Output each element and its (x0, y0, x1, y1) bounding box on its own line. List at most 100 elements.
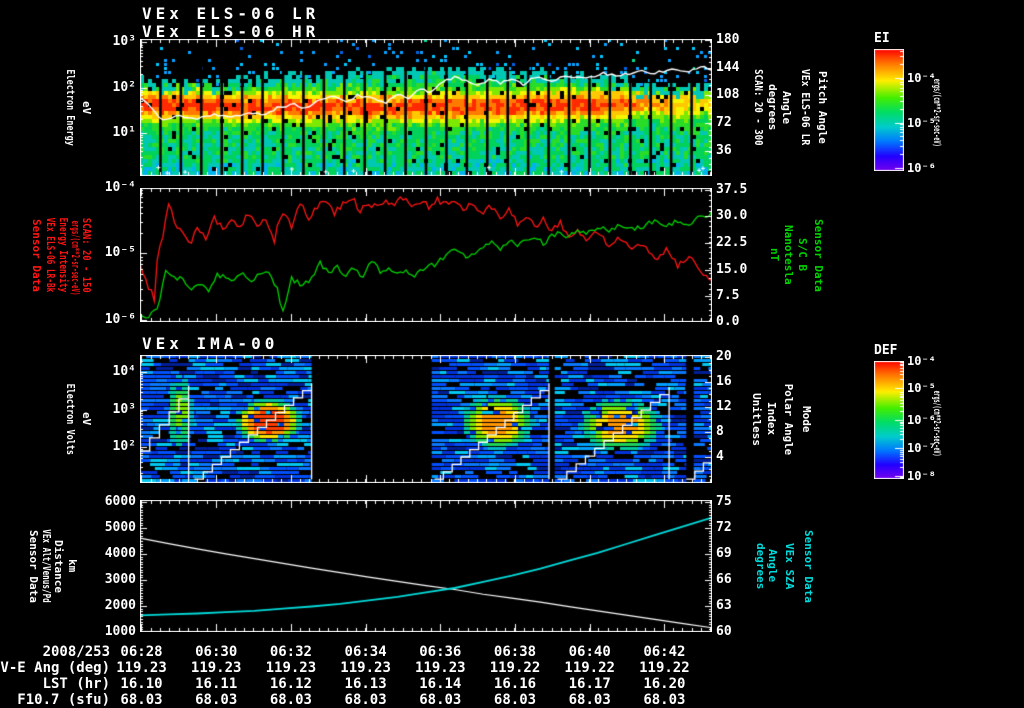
ima-spectrogram-panel (140, 355, 712, 483)
axis-tick-label: 22.5 (716, 234, 748, 250)
axis-vertical-label: Index (765, 402, 778, 436)
axis-vertical-label: Electron Energy (64, 69, 77, 146)
axis-tick-label: 66 (716, 571, 732, 587)
data-cell: 119.22 (489, 660, 541, 676)
axis-tick-label: 108 (716, 87, 740, 103)
axis-vertical-label: S/C B (796, 238, 809, 272)
axis-tick-label: 10⁻⁶ (104, 311, 136, 327)
time-tick-label: 06:36 (419, 644, 462, 660)
axis-tick-label: 69 (716, 545, 732, 561)
axis-tick-label: 3000 (104, 571, 136, 587)
axis-vertical-label: VEx SZA (783, 542, 796, 590)
time-tick-label: 06:42 (643, 644, 686, 660)
axis-tick-label: 10⁴ (112, 364, 136, 380)
axis-tick-label: 10³ (112, 34, 136, 49)
axis-tick-label: 1000 (104, 624, 136, 639)
axis-tick-label: 72 (716, 519, 732, 535)
data-row-label: F10.7 (sfu) (17, 692, 110, 708)
axis-vertical-label: Nanotesla (782, 225, 795, 285)
data-cell: 68.03 (120, 692, 163, 708)
axis-tick-label: 2000 (104, 597, 136, 613)
axis-vertical-label: Angle (766, 549, 779, 583)
colorbar-ei (874, 49, 904, 171)
data-cell: 16.14 (419, 676, 462, 692)
data-cell: 119.23 (190, 660, 242, 676)
axis-tick-label: 10⁻⁴ (907, 354, 936, 368)
data-cell: 16.12 (269, 676, 312, 692)
data-cell: 68.03 (493, 692, 537, 708)
colorbar-def (874, 361, 904, 479)
data-cell: 16.11 (195, 676, 238, 692)
axis-tick-label: 30.0 (716, 208, 748, 223)
axis-vertical-label: Mode (800, 405, 813, 433)
axis-tick-label: 20 (716, 349, 732, 365)
data-cell: 16.13 (344, 676, 387, 692)
time-tick-label: 06:32 (269, 644, 312, 660)
panel3-title: VEx IMA-00 (142, 334, 279, 353)
panel1-title-line1: VEx ELS-06 LR (142, 4, 320, 23)
axis-tick-label: 7.5 (716, 288, 740, 303)
spacecraft-data-plot-screen: VEx ELS-06 LR VEx ELS-06 HR VEx IMA-00 E… (0, 0, 1024, 708)
data-cell: 16.17 (568, 676, 611, 692)
axis-tick-label: 4 (716, 449, 724, 465)
axis-tick-label: 63 (716, 597, 732, 613)
axis-vertical-label: Sensor Data (812, 218, 825, 292)
axis-tick-label: 10⁻⁶ (907, 160, 936, 175)
axis-vertical-label: Angle (780, 90, 793, 125)
axis-vertical-label: eV (80, 100, 93, 115)
date-label: 2008/253 (42, 644, 110, 660)
axis-tick-label: 5000 (104, 519, 136, 535)
axis-vertical-label: Polar Angle (782, 383, 795, 455)
axis-tick-label: 75 (716, 493, 732, 509)
data-cell: 68.03 (195, 692, 238, 708)
axis-tick-label: 72 (716, 114, 732, 130)
data-cell: 119.23 (340, 660, 391, 676)
axis-vertical-label: nT (768, 248, 781, 262)
axis-tick-label: 10¹ (112, 124, 136, 140)
axis-tick-label: 0.0 (716, 314, 740, 329)
axis-tick-label: 60 (716, 624, 732, 639)
axis-vertical-label: VEx ELS-06 LR-Bk (44, 217, 57, 293)
data-cell: 119.23 (265, 660, 317, 676)
axis-tick-label: 12 (716, 398, 732, 414)
time-tick-label: 06:38 (493, 644, 537, 660)
axis-tick-label: 10⁻⁵ (104, 244, 136, 260)
axis-vertical-label: Sensor Data (30, 218, 43, 292)
axis-vertical-label: degrees (766, 84, 779, 131)
axis-vertical-label: Pitch Angle (816, 71, 829, 144)
data-cell: 68.03 (344, 692, 387, 708)
time-tick-label: 06:34 (344, 644, 387, 660)
data-cell: 16.20 (643, 676, 686, 692)
colorbar-ei-label: EI (874, 31, 890, 46)
axis-tick-label: 10⁻⁸ (907, 469, 936, 484)
axis-tick-label: 8 (716, 424, 724, 440)
data-cell: 119.22 (639, 660, 690, 676)
axis-tick-label: 180 (716, 31, 740, 47)
data-cell: 16.16 (493, 676, 537, 692)
data-cell: 68.03 (419, 692, 462, 708)
colorbar-def-label: DEF (874, 343, 898, 358)
data-cell: 119.23 (116, 660, 167, 676)
data-row-label: LST (hr) (42, 676, 110, 692)
data-cell: 119.23 (415, 660, 466, 676)
axis-vertical-label: Electron Volts (64, 383, 77, 455)
axis-tick-label: 10² (112, 80, 136, 96)
data-cell: 68.03 (568, 692, 611, 708)
axis-vertical-label: km (66, 559, 79, 573)
data-cell: 68.03 (643, 692, 686, 708)
els-spectrogram-panel (140, 39, 712, 176)
axis-vertical-label: Distance (52, 539, 65, 593)
axis-tick-label: 36 (716, 143, 732, 159)
axis-tick-label: 16 (716, 374, 732, 389)
data-row-label: V-E Ang (deg) (0, 660, 110, 676)
colorbar-unit-label: ergs/(cm**2-sr-sec-eV) (931, 78, 942, 147)
time-tick-label: 06:30 (195, 644, 238, 660)
axis-tick-label: 144 (716, 60, 740, 76)
energy-intensity-panel (140, 188, 712, 322)
axis-tick-label: 4000 (104, 545, 136, 561)
axis-tick-label: 10⁻⁴ (104, 180, 136, 195)
data-cell: 119.22 (564, 660, 615, 676)
axis-vertical-label: Sensor Data (802, 529, 815, 603)
axis-vertical-label: Sensor Data (27, 529, 40, 603)
axis-tick-label: 10² (112, 439, 136, 455)
